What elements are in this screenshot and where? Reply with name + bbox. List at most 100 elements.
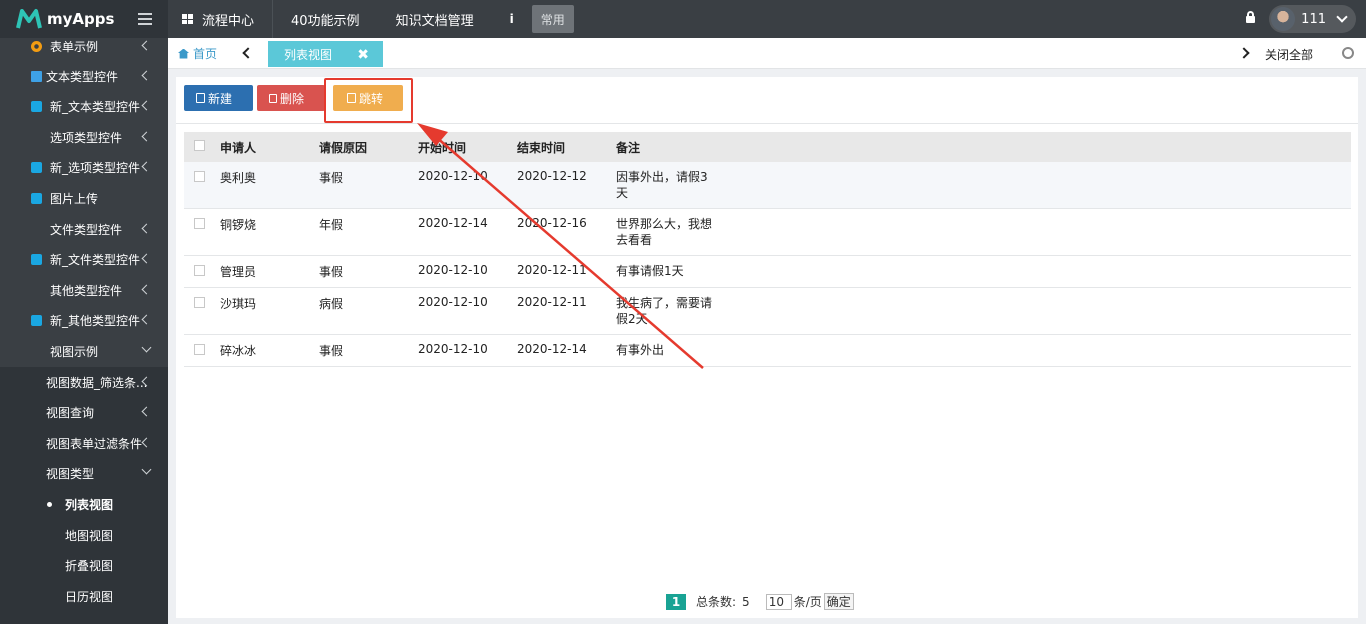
app-name: myApps (47, 10, 115, 28)
nav-item-label: 40功能示例 (291, 13, 360, 29)
close-all-button[interactable]: 关闭全部 (1265, 46, 1313, 63)
sidebar-item-label: 其他类型控件 (50, 283, 123, 298)
sidebar-item-label: 折叠视图 (65, 558, 114, 573)
settings-icon[interactable] (1342, 47, 1354, 59)
sidebar-item-view-query[interactable]: 视图查询 (0, 397, 168, 427)
sidebar-item-label: 视图类型 (46, 466, 95, 481)
top-bar: myApps 流程中心 40功能示例 知识文档管理 i 常用 111 (0, 0, 1366, 38)
column-header[interactable]: 申请人 (220, 132, 319, 162)
sidebar-item-other-controls[interactable]: 其他类型控件 (0, 275, 168, 305)
sidebar-item-label: 列表视图 (65, 497, 114, 512)
column-header[interactable]: 备注 (616, 132, 1351, 162)
myapps-logo-icon (16, 9, 42, 29)
sidebar-item-label: 日历视图 (65, 589, 114, 604)
sidebar-item-label: 文件类型控件 (50, 222, 123, 237)
nav-item-label: 流程中心 (202, 13, 255, 29)
document-icon (31, 70, 42, 82)
menu-toggle-icon[interactable] (138, 13, 152, 25)
nav-item-knowledge[interactable]: 知识文档管理 (378, 0, 492, 38)
sidebar-item-label: 视图查询 (46, 405, 95, 420)
sidebar-item-view-data-filter[interactable]: 视图数据_筛选条... (0, 367, 168, 397)
table-cell: 事假 (319, 334, 418, 367)
close-icon[interactable]: ✖ (357, 47, 369, 63)
row-checkbox[interactable] (184, 334, 220, 367)
table-cell: 世界那么大，我想去看看 (616, 217, 713, 247)
column-header[interactable]: 请假原因 (319, 132, 418, 162)
chevron-left-icon (141, 406, 152, 417)
sidebar-item-fold-view[interactable]: 折叠视图 (0, 550, 168, 580)
file-icon (196, 93, 205, 103)
nav-item-process-center[interactable]: 流程中心 (168, 0, 274, 38)
row-checkbox[interactable] (184, 287, 220, 335)
confirm-button[interactable]: 确定 (823, 593, 854, 610)
sidebar-item-form-examples[interactable]: 表单示例 (0, 38, 168, 61)
delete-button[interactable]: 删除 (257, 85, 325, 111)
sidebar-item-calendar-view[interactable]: 日历视图 (0, 581, 168, 611)
table-cell: 管理员 (220, 255, 319, 288)
sidebar-item-file-controls[interactable]: 文件类型控件 (0, 214, 168, 244)
chevron-left-icon (141, 314, 152, 325)
info-icon[interactable]: i (492, 12, 532, 26)
table-row[interactable]: 管理员 事假 2020-12-10 2020-12-11 有事请假1天 (184, 255, 1351, 288)
row-checkbox[interactable] (184, 208, 220, 256)
sidebar-item-list-view[interactable]: 列表视图 (0, 489, 168, 519)
sidebar-item-new-other-controls[interactable]: 新_其他类型控件 (0, 305, 168, 335)
table-cell: 奥利奥 (220, 162, 319, 209)
page-current[interactable]: 1 (666, 593, 686, 610)
table-row[interactable]: 碎冰冰 事假 2020-12-10 2020-12-14 有事外出 (184, 334, 1351, 367)
sidebar-item-map-view[interactable]: 地图视图 (0, 520, 168, 550)
chevron-left-icon (141, 131, 152, 142)
content-panel: 新建 删除 跳转 申请人 请假原因 开始时间 结束时间 备注 奥利奥 事假 20… (176, 77, 1358, 618)
tabs-bar: 首页 列表视图 ✖ 关闭全部 (168, 38, 1366, 69)
chevron-right-icon[interactable] (1238, 47, 1250, 59)
table-cell: 铜锣烧 (220, 208, 319, 256)
sidebar-item-view-form-filter[interactable]: 视图表单过滤条件 (0, 428, 168, 458)
sidebar-item-new-text-controls[interactable]: 新_文本类型控件 (0, 91, 168, 121)
chevron-left-icon (141, 253, 152, 264)
table-cell: 碎冰冰 (220, 334, 319, 367)
select-all-checkbox[interactable] (184, 132, 220, 162)
table-cell: 事假 (319, 255, 418, 288)
sidebar-item-new-option-controls[interactable]: 新_选项类型控件 (0, 152, 168, 182)
total-count: 5 (742, 594, 750, 609)
table-cell: 2020-12-16 (517, 208, 616, 256)
sidebar-item-label: 新_文件类型控件 (50, 252, 141, 267)
row-checkbox[interactable] (184, 255, 220, 288)
cube-icon (31, 161, 42, 173)
table-cell: 2020-12-10 (418, 162, 517, 209)
sidebar-item-label: 新_其他类型控件 (50, 313, 141, 328)
sidebar-item-option-controls[interactable]: 选项类型控件 (0, 122, 168, 152)
top-nav: 流程中心 40功能示例 知识文档管理 i 常用 (168, 0, 574, 38)
avatar (1271, 7, 1296, 31)
tab-home[interactable]: 首页 (178, 45, 217, 62)
page-size-input[interactable]: 10 (765, 593, 792, 610)
table-row[interactable]: 沙琪玛 病假 2020-12-10 2020-12-11 我生病了，需要请假2天 (184, 287, 1351, 335)
cube-icon (31, 253, 42, 265)
sidebar-item-new-file-controls[interactable]: 新_文件类型控件 (0, 244, 168, 274)
nav-item-features[interactable]: 40功能示例 (273, 0, 378, 38)
chevron-left-icon[interactable] (242, 47, 254, 59)
sidebar-item-view-examples[interactable]: 视图示例 (0, 336, 168, 366)
table-cell: 2020-12-10 (418, 287, 517, 335)
chevron-left-icon (141, 284, 152, 295)
user-menu[interactable]: 111 (1269, 5, 1356, 33)
column-header[interactable]: 结束时间 (517, 132, 616, 162)
new-button[interactable]: 新建 (184, 85, 253, 111)
table-cell-wrap: 我生病了，需要请假2天 (616, 287, 1351, 335)
gear-icon (31, 40, 42, 52)
row-checkbox[interactable] (184, 162, 220, 209)
sidebar-item-image-upload[interactable]: 图片上传 (0, 183, 168, 213)
table-header-row: 申请人 请假原因 开始时间 结束时间 备注 (184, 132, 1351, 162)
tab-list-view[interactable]: 列表视图 ✖ (268, 41, 383, 67)
table-cell: 我生病了，需要请假2天 (616, 296, 713, 326)
table-row[interactable]: 铜锣烧 年假 2020-12-14 2020-12-16 世界那么大，我想去看看 (184, 208, 1351, 256)
sidebar-item-text-controls[interactable]: 文本类型控件 (0, 61, 168, 91)
common-button[interactable]: 常用 (531, 5, 574, 33)
table-row[interactable]: 奥利奥 事假 2020-12-10 2020-12-12 因事外出，请假3天 (184, 162, 1351, 209)
lock-icon[interactable] (1246, 11, 1256, 24)
column-header[interactable]: 开始时间 (418, 132, 517, 162)
page-size-unit: 条/页 (793, 595, 822, 609)
sidebar-item-label: 视图表单过滤条件 (46, 436, 143, 451)
sidebar-item-view-types[interactable]: 视图类型 (0, 458, 168, 488)
table-cell: 2020-12-10 (418, 255, 517, 288)
